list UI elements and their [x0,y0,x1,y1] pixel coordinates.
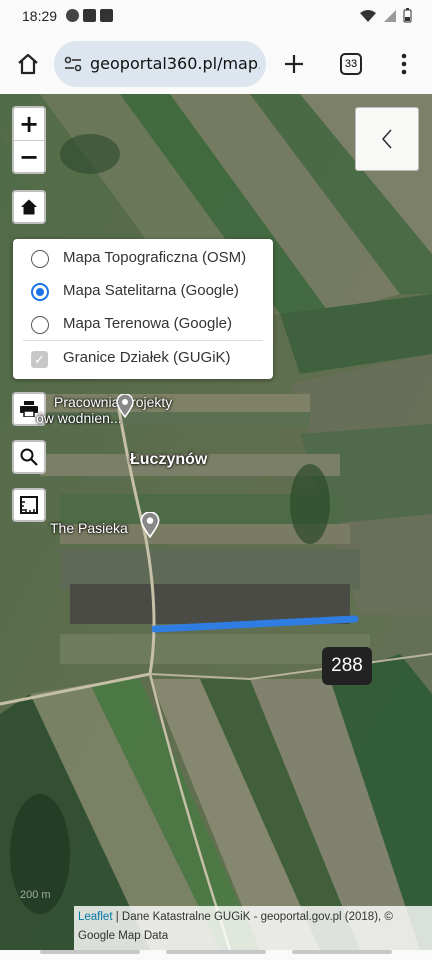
menu-button[interactable] [384,44,424,84]
layer-option-osm[interactable]: Mapa Topograficzna (OSM) [13,241,273,274]
notification-icon [66,9,79,22]
tab-count: 33 [340,53,362,75]
map-home-button[interactable] [12,190,46,224]
zoom-out-button[interactable]: − [14,140,44,172]
attribution-text: | Dane Katastralne GUGiK - geoportal.gov… [78,911,393,942]
zoom-control: + − [12,106,46,174]
layer-option-terrain[interactable]: Mapa Terenowa (Google) [13,307,273,340]
overlay-option-parcels[interactable]: ✓ Granice Działek (GUGiK) [13,341,273,374]
search-button[interactable] [12,440,46,474]
layer-switcher: Mapa Topograficzna (OSM) Mapa Satelitarn… [13,239,273,379]
zoom-in-button[interactable]: + [14,108,44,140]
map-attribution: Leaflet | Dane Katastralne GUGiK - geopo… [74,906,432,950]
search-icon [20,448,38,466]
nav-indicator [166,950,266,954]
tabs-button[interactable]: 33 [331,44,371,84]
site-settings-icon[interactable] [64,56,82,72]
place-label: ów wodnien... [36,410,122,426]
radio-button[interactable] [31,283,49,301]
url-text[interactable]: geoportal360.pl/map. [90,54,260,73]
layer-label: Mapa Topograficzna (OSM) [63,249,247,266]
nav-indicator [40,950,140,954]
parcel-number-label[interactable]: 288 [322,647,372,685]
nav-indicator [292,950,392,954]
scale-bar: 200 m [20,889,51,901]
measure-button[interactable] [12,488,46,522]
menu-icon [401,53,407,75]
layer-label: Mapa Satelitarna (Google) [63,282,239,299]
scale-label: 200 m [20,889,51,901]
place-label: Pracownia projekty [54,394,173,410]
radio-button[interactable] [31,250,49,268]
place-label: Łuczynów [130,451,208,468]
url-bar[interactable]: geoportal360.pl/map. [54,41,266,87]
new-tab-button[interactable] [274,44,314,84]
place-label: The Pasieka [50,520,128,536]
layer-label: Mapa Terenowa (Google) [63,315,232,332]
home-icon [21,199,37,215]
overlay-label: Granice Działek (GUGiK) [63,349,231,366]
browser-toolbar: geoportal360.pl/map. 33 [0,34,432,94]
new-tab-icon [285,55,303,73]
home-icon [18,53,38,75]
signal-icon [384,9,396,22]
radio-button[interactable] [31,316,49,334]
map-pin-icon[interactable] [116,394,134,418]
status-time: 18:29 [22,8,58,24]
wifi-icon [360,9,376,22]
check-icon [83,9,96,22]
leaflet-link[interactable]: Leaflet [78,911,113,923]
system-nav-bar [0,950,432,960]
checkbox[interactable]: ✓ [31,351,48,368]
home-button[interactable] [8,44,48,84]
map-view[interactable]: + − Mapa Topograficzna (OSM) Mapa Sateli… [0,94,432,950]
sidebar-toggle-button[interactable] [355,107,419,171]
map-pin-icon[interactable] [140,512,160,538]
status-bar: 18:29 [0,0,432,34]
battery-icon [403,8,412,23]
ruler-icon [20,496,38,514]
layer-option-satellite[interactable]: Mapa Satelitarna (Google) [13,274,273,307]
image-icon [100,9,113,22]
chevron-left-icon [381,129,392,149]
